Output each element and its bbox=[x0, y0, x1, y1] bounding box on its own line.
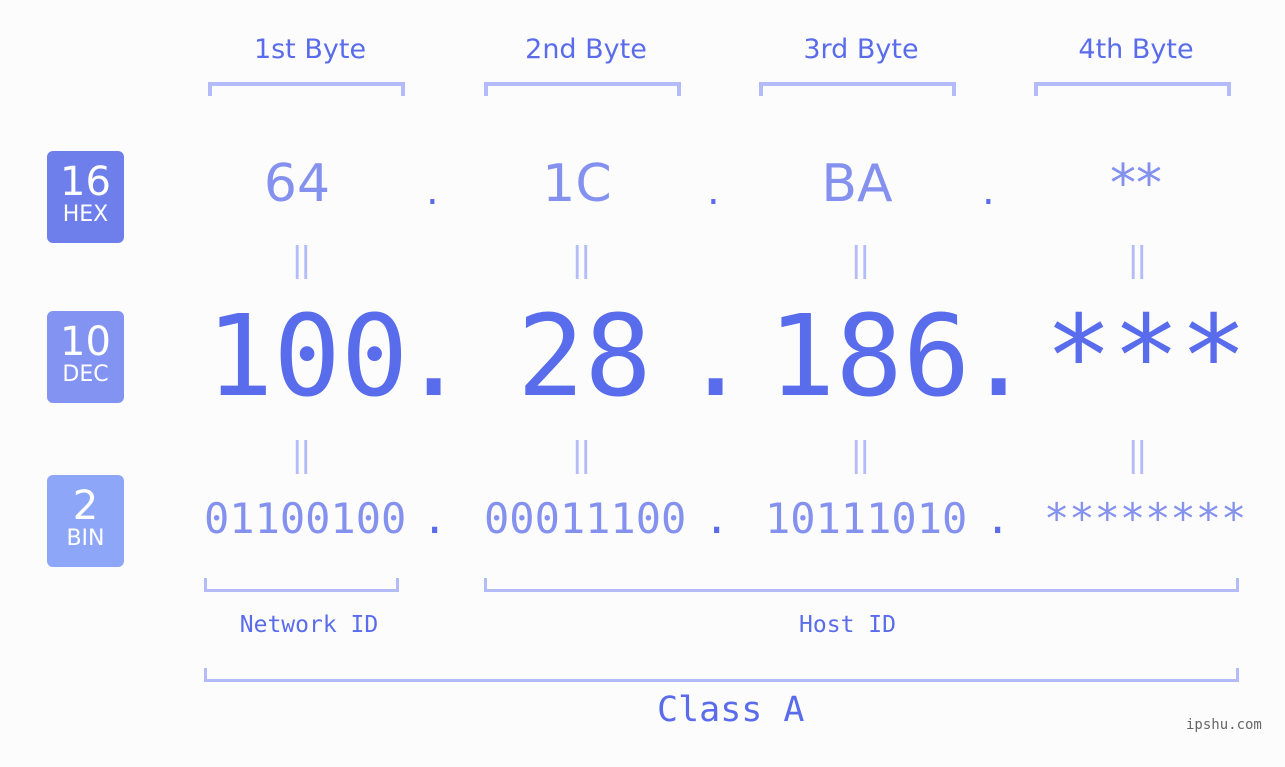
network-id-bracket bbox=[204, 578, 399, 592]
hex-separator-3: . bbox=[982, 168, 995, 214]
bin-badge-label: BIN bbox=[66, 526, 105, 551]
dec-badge-label: DEC bbox=[62, 362, 109, 387]
bin-separator-3: . bbox=[985, 494, 1011, 543]
hex-separator-2: . bbox=[707, 168, 720, 214]
byte-bracket-2 bbox=[484, 82, 681, 96]
byte-header-3: 3rd Byte bbox=[803, 34, 919, 65]
dec-badge: 10 DEC bbox=[47, 311, 124, 403]
host-id-bracket bbox=[484, 578, 1239, 592]
bin-value-2: 00011100 bbox=[484, 494, 687, 543]
dec-value-1: 100 bbox=[206, 292, 409, 422]
equals-icon: || bbox=[571, 435, 592, 475]
hex-value-1: 64 bbox=[263, 154, 331, 214]
class-label: Class A bbox=[657, 690, 805, 730]
network-id-label: Network ID bbox=[239, 612, 379, 638]
equals-icon: || bbox=[291, 240, 312, 280]
hex-value-4: ** bbox=[1110, 154, 1162, 214]
bin-badge: 2 BIN bbox=[47, 475, 124, 567]
bin-separator-1: . bbox=[422, 494, 448, 543]
byte-header-4: 4th Byte bbox=[1078, 34, 1194, 65]
bin-separator-2: . bbox=[704, 494, 730, 543]
hex-separator-1: . bbox=[426, 168, 439, 214]
dec-value-4: *** bbox=[1045, 292, 1248, 422]
equals-icon: || bbox=[291, 435, 312, 475]
bin-value-4: ******** bbox=[1044, 494, 1247, 543]
byte-header-1: 1st Byte bbox=[253, 34, 367, 65]
dec-value-2: 28 bbox=[517, 292, 652, 422]
byte-bracket-4 bbox=[1034, 82, 1231, 96]
hex-badge-label: HEX bbox=[62, 202, 109, 227]
watermark: ipshu.com bbox=[1186, 717, 1262, 733]
bin-value-3: 10111010 bbox=[765, 494, 968, 543]
dec-separator-3: . bbox=[965, 292, 1033, 422]
equals-icon: || bbox=[1127, 240, 1148, 280]
dec-value-3: 186 bbox=[768, 292, 971, 422]
bin-value-1: 01100100 bbox=[204, 494, 407, 543]
equals-icon: || bbox=[1127, 435, 1148, 475]
host-id-label: Host ID bbox=[799, 612, 896, 638]
byte-bracket-3 bbox=[759, 82, 956, 96]
hex-badge: 16 HEX bbox=[47, 151, 124, 243]
class-bracket bbox=[204, 668, 1239, 682]
hex-value-3: BA bbox=[821, 154, 893, 214]
dec-separator-1: . bbox=[400, 292, 468, 422]
bin-badge-number: 2 bbox=[72, 483, 99, 529]
byte-bracket-1 bbox=[208, 82, 405, 96]
dec-separator-2: . bbox=[682, 292, 750, 422]
hex-badge-number: 16 bbox=[60, 159, 111, 205]
hex-value-2: 1C bbox=[542, 154, 612, 214]
byte-header-2: 2nd Byte bbox=[525, 34, 647, 65]
equals-icon: || bbox=[850, 435, 871, 475]
dec-badge-number: 10 bbox=[60, 319, 111, 365]
equals-icon: || bbox=[850, 240, 871, 280]
equals-icon: || bbox=[571, 240, 592, 280]
